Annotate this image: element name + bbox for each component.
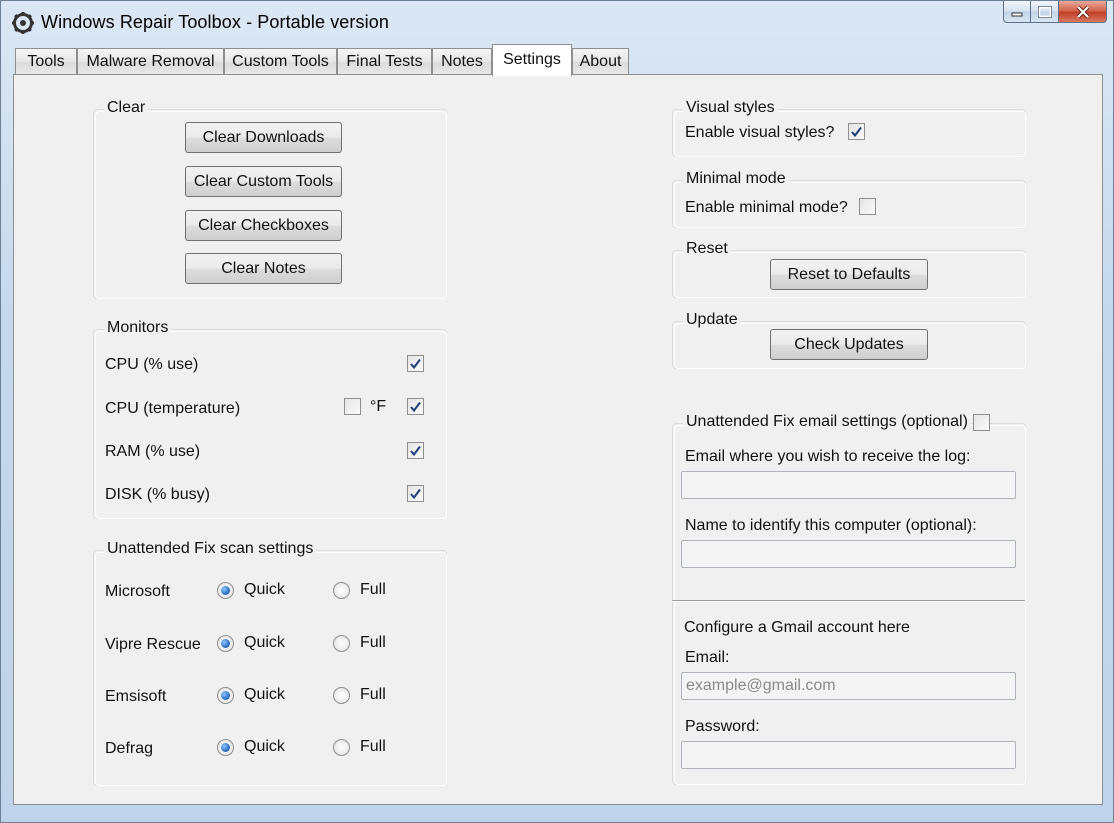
clear-group-title: Clear <box>104 99 149 117</box>
scan-emsisoft-full-radio[interactable] <box>333 687 350 704</box>
radio-selected-indicator <box>221 639 230 648</box>
scan-row-label-microsoft: Microsoft <box>105 583 170 600</box>
gmail-password-label: Password: <box>685 718 760 735</box>
minimize-button[interactable] <box>1003 1 1031 23</box>
gmail-password-input[interactable] <box>681 741 1016 769</box>
app-window: Windows Repair Toolbox - Portable versio… <box>0 0 1114 823</box>
minimal-mode-checkbox[interactable] <box>859 198 876 215</box>
email-divider <box>672 600 1025 601</box>
computer-name-input[interactable] <box>681 540 1016 568</box>
radio-selected-indicator <box>221 743 230 752</box>
tab-custom-tools[interactable]: Custom Tools <box>224 48 337 75</box>
scan-emsisoft-quick-label: Quick <box>244 686 285 703</box>
close-button[interactable] <box>1059 1 1107 23</box>
maximize-button[interactable] <box>1031 1 1059 23</box>
tab-about[interactable]: About <box>572 48 629 75</box>
radio-selected-indicator <box>221 586 230 595</box>
monitor-checkbox-disk-busy[interactable] <box>407 485 424 502</box>
title-bar[interactable]: Windows Repair Toolbox - Portable versio… <box>1 1 1113 43</box>
scan-vipre-quick-label: Quick <box>244 634 285 651</box>
scan-defrag-full-label: Full <box>360 738 386 755</box>
tab-notes[interactable]: Notes <box>432 48 492 75</box>
settings-panel: Clear Clear Downloads Clear Custom Tools… <box>13 74 1103 805</box>
visual-styles-group-title: Visual styles <box>683 99 778 117</box>
visual-styles-checkbox[interactable] <box>848 123 865 140</box>
gmail-heading: Configure a Gmail account here <box>684 619 910 636</box>
tab-malware-removal[interactable]: Malware Removal <box>77 48 224 75</box>
monitor-checkbox-cpu-use[interactable] <box>407 355 424 372</box>
monitors-group-title: Monitors <box>104 319 172 337</box>
monitor-checkbox-cpu-temperature[interactable] <box>407 398 424 415</box>
scan-emsisoft-quick-radio[interactable] <box>217 687 234 704</box>
clear-custom-tools-button[interactable]: Clear Custom Tools <box>185 166 342 197</box>
scan-microsoft-full-label: Full <box>360 581 386 598</box>
scan-vipre-quick-radio[interactable] <box>217 635 234 652</box>
monitor-label-cpu-temperature: CPU (temperature) <box>105 400 241 417</box>
minimal-mode-group-title: Minimal mode <box>683 170 789 188</box>
scan-row-label-defrag: Defrag <box>105 740 154 757</box>
window-title: Windows Repair Toolbox - Portable versio… <box>41 12 389 32</box>
scan-row-label-vipre-rescue: Vipre Rescue <box>105 636 201 653</box>
reset-to-defaults-button[interactable]: Reset to Defaults <box>770 259 928 290</box>
check-updates-button[interactable]: Check Updates <box>770 329 928 360</box>
fahrenheit-label: °F <box>370 398 387 415</box>
scan-defrag-quick-label: Quick <box>244 738 285 755</box>
monitor-checkbox-ram-use[interactable] <box>407 442 424 459</box>
email-settings-enable-checkbox[interactable] <box>973 414 990 431</box>
clear-downloads-button[interactable]: Clear Downloads <box>185 122 342 153</box>
minimal-mode-label: Enable minimal mode? <box>685 199 848 216</box>
minimize-icon <box>1011 12 1023 16</box>
scan-microsoft-quick-label: Quick <box>244 581 285 598</box>
visual-styles-label: Enable visual styles? <box>685 124 835 141</box>
gmail-email-input[interactable] <box>681 672 1016 700</box>
email-settings-group-title: Unattended Fix email settings (optional) <box>683 413 971 431</box>
receive-email-input[interactable] <box>681 471 1016 499</box>
tab-settings[interactable]: Settings <box>492 44 572 76</box>
gear-icon <box>12 12 34 34</box>
scan-defrag-quick-radio[interactable] <box>217 739 234 756</box>
clear-notes-button[interactable]: Clear Notes <box>185 253 342 284</box>
checkmark-icon <box>410 401 421 413</box>
checkmark-icon <box>851 126 862 138</box>
clear-checkboxes-button[interactable]: Clear Checkboxes <box>185 210 342 241</box>
computer-name-label: Name to identify this computer (optional… <box>685 517 977 534</box>
checkmark-icon <box>410 445 421 457</box>
fahrenheit-checkbox[interactable] <box>344 398 361 415</box>
scan-vipre-full-radio[interactable] <box>333 635 350 652</box>
window-controls <box>1003 1 1107 23</box>
scan-emsisoft-full-label: Full <box>360 686 386 703</box>
checkmark-icon <box>410 358 421 370</box>
scan-settings-group-title: Unattended Fix scan settings <box>104 540 317 558</box>
receive-email-label: Email where you wish to receive the log: <box>685 448 971 465</box>
maximize-icon <box>1037 5 1052 18</box>
radio-selected-indicator <box>221 691 230 700</box>
scan-microsoft-full-radio[interactable] <box>333 582 350 599</box>
tab-strip: Tools Malware Removal Custom Tools Final… <box>13 43 1103 76</box>
monitor-label-disk-busy: DISK (% busy) <box>105 486 210 503</box>
monitor-label-ram-use: RAM (% use) <box>105 443 201 460</box>
scan-microsoft-quick-radio[interactable] <box>217 582 234 599</box>
tab-tools[interactable]: Tools <box>15 48 77 75</box>
scan-defrag-full-radio[interactable] <box>333 739 350 756</box>
scan-row-label-emsisoft: Emsisoft <box>105 688 167 705</box>
close-icon <box>1076 5 1089 18</box>
update-group-title: Update <box>683 311 741 329</box>
scan-vipre-full-label: Full <box>360 634 386 651</box>
monitor-label-cpu-use: CPU (% use) <box>105 356 199 373</box>
reset-group-title: Reset <box>683 240 731 258</box>
gmail-email-label: Email: <box>685 649 730 666</box>
checkmark-icon <box>410 488 421 500</box>
tab-final-tests[interactable]: Final Tests <box>337 48 432 75</box>
